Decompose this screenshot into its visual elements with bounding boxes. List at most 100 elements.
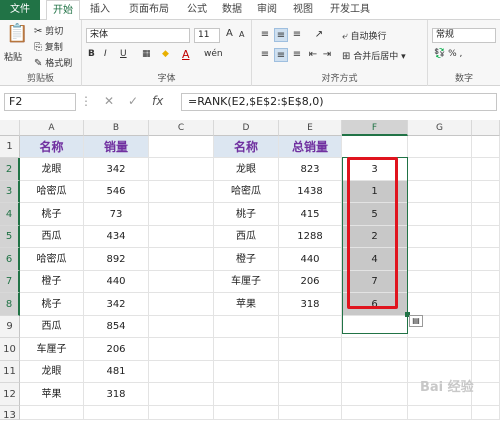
tab-formulas[interactable]: 公式	[182, 0, 212, 20]
cell-d3[interactable]: 哈密瓜	[214, 181, 279, 203]
decrease-indent-icon[interactable]: ⇤	[306, 48, 320, 62]
grow-font-button[interactable]: A	[226, 28, 233, 39]
row-header-9[interactable]: 9	[0, 316, 20, 338]
cell-g1[interactable]	[408, 136, 472, 158]
align-middle-icon[interactable]: ≡	[274, 28, 288, 42]
column-header-g[interactable]: G	[408, 120, 472, 136]
tab-insert[interactable]: 插入	[84, 0, 116, 20]
cell-f9[interactable]	[342, 316, 408, 338]
cell-a4[interactable]: 桃子	[20, 203, 84, 226]
bold-button[interactable]: B	[88, 49, 95, 59]
cell-e10[interactable]	[279, 338, 342, 361]
cell-c3[interactable]	[149, 181, 214, 203]
cell-c7[interactable]	[149, 271, 214, 293]
tab-data[interactable]: 数据	[217, 0, 247, 20]
cell-h6[interactable]	[472, 248, 500, 271]
cell-c10[interactable]	[149, 338, 214, 361]
cell-a11[interactable]: 龙眼	[20, 361, 84, 383]
cell-g3[interactable]	[408, 181, 472, 203]
cell-f8[interactable]: 6	[342, 293, 408, 316]
tab-view[interactable]: 视图	[288, 0, 318, 20]
align-right-icon[interactable]: ≡	[290, 48, 304, 62]
cell-a1[interactable]: 名称	[20, 136, 84, 158]
column-header-d[interactable]: D	[214, 120, 279, 136]
cell-b7[interactable]: 440	[84, 271, 149, 293]
cell-c4[interactable]	[149, 203, 214, 226]
increase-indent-icon[interactable]: ⇥	[320, 48, 334, 62]
cell-f2[interactable]: 3	[342, 158, 408, 181]
currency-icon[interactable]: 💱 % ,	[434, 49, 462, 59]
italic-button[interactable]: I	[104, 49, 107, 59]
cell-h5[interactable]	[472, 226, 500, 248]
font-color-button[interactable]: A	[182, 48, 190, 61]
cell-d9[interactable]	[214, 316, 279, 338]
align-center-icon[interactable]: ≡	[274, 48, 288, 62]
cell-d10[interactable]	[214, 338, 279, 361]
font-name-select[interactable]: 宋体	[86, 28, 190, 43]
cell-b5[interactable]: 434	[84, 226, 149, 248]
underline-button[interactable]: U	[120, 49, 127, 59]
cell-g13[interactable]	[408, 406, 472, 420]
cell-f13[interactable]	[342, 406, 408, 420]
cell-h10[interactable]	[472, 338, 500, 361]
tab-file[interactable]: 文件	[0, 0, 40, 20]
cell-g7[interactable]	[408, 271, 472, 293]
cell-g6[interactable]	[408, 248, 472, 271]
cancel-icon[interactable]: ✕	[104, 94, 114, 108]
cell-b4[interactable]: 73	[84, 203, 149, 226]
row-header-13[interactable]: 13	[0, 406, 20, 421]
cell-a9[interactable]: 西瓜	[20, 316, 84, 338]
cell-e3[interactable]: 1438	[279, 181, 342, 203]
cell-h11[interactable]	[472, 361, 500, 383]
column-header-h[interactable]	[472, 120, 500, 136]
cell-c2[interactable]	[149, 158, 214, 181]
cell-c13[interactable]	[149, 406, 214, 420]
cell-b8[interactable]: 342	[84, 293, 149, 316]
quick-analysis-icon[interactable]: ▤	[409, 315, 423, 327]
cell-b2[interactable]: 342	[84, 158, 149, 181]
cell-a5[interactable]: 西瓜	[20, 226, 84, 248]
cell-h2[interactable]	[472, 158, 500, 181]
cell-a8[interactable]: 桃子	[20, 293, 84, 316]
enter-icon[interactable]: ✓	[128, 94, 138, 108]
select-all-corner[interactable]	[0, 120, 20, 136]
cell-d12[interactable]	[214, 383, 279, 406]
cell-e1[interactable]: 总销量	[279, 136, 342, 158]
cell-h1[interactable]	[472, 136, 500, 158]
row-header-3[interactable]: 3	[0, 181, 20, 203]
cell-e8[interactable]: 318	[279, 293, 342, 316]
cell-d6[interactable]: 橙子	[214, 248, 279, 271]
cell-b9[interactable]: 854	[84, 316, 149, 338]
insert-function-button[interactable]: fx	[152, 94, 163, 108]
namebox-dropdown-icon[interactable]: ⋮	[80, 94, 92, 108]
orientation-icon[interactable]: ↗	[312, 28, 326, 42]
cell-h9[interactable]	[472, 316, 500, 338]
cell-e12[interactable]	[279, 383, 342, 406]
cell-a7[interactable]: 橙子	[20, 271, 84, 293]
wrap-text-button[interactable]: ⤶ 自动换行	[342, 29, 387, 42]
column-header-b[interactable]: B	[84, 120, 149, 136]
copy-button[interactable]: ⎘ 复制	[34, 40, 63, 53]
cell-g2[interactable]	[408, 158, 472, 181]
cell-h12[interactable]	[472, 383, 500, 406]
cell-d4[interactable]: 桃子	[214, 203, 279, 226]
cell-g5[interactable]	[408, 226, 472, 248]
cell-f12[interactable]	[342, 383, 408, 406]
cell-f6[interactable]: 4	[342, 248, 408, 271]
cell-h7[interactable]	[472, 271, 500, 293]
row-header-11[interactable]: 11	[0, 361, 20, 383]
cell-d11[interactable]	[214, 361, 279, 383]
cell-c11[interactable]	[149, 361, 214, 383]
cell-b10[interactable]: 206	[84, 338, 149, 361]
cell-a13[interactable]	[20, 406, 84, 420]
cell-f11[interactable]	[342, 361, 408, 383]
paste-icon[interactable]: 📋	[6, 23, 28, 44]
cell-f1[interactable]	[342, 136, 408, 158]
row-header-10[interactable]: 10	[0, 338, 20, 361]
cell-c12[interactable]	[149, 383, 214, 406]
cell-e7[interactable]: 206	[279, 271, 342, 293]
align-left-icon[interactable]: ≡	[258, 48, 272, 62]
fill-color-icon[interactable]: ◆	[162, 49, 169, 59]
cell-c6[interactable]	[149, 248, 214, 271]
cell-e11[interactable]	[279, 361, 342, 383]
